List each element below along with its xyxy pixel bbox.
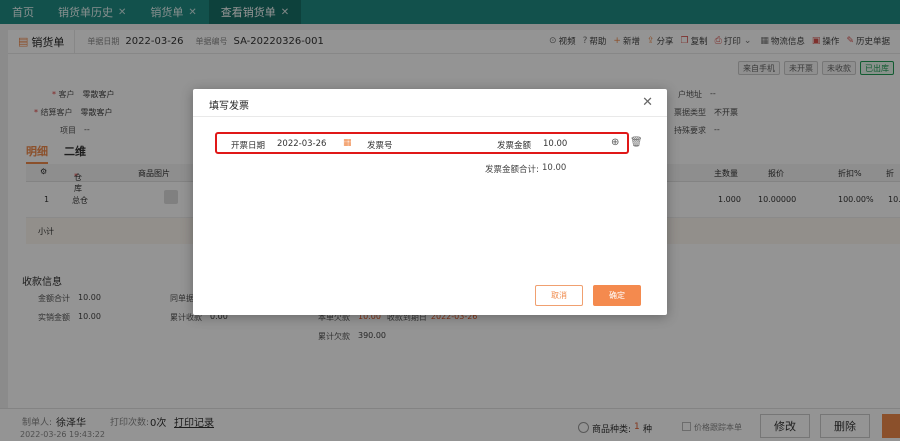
total-amount-label: 发票金额合计: [485,165,539,175]
dialog-header: 填写发票 ✕ [193,89,667,117]
amount-label: 发票金额 [497,141,532,151]
invoice-no-input[interactable] [407,139,487,151]
cancel-button[interactable]: 取消 [535,285,583,306]
invoice-no-label: 发票号 [367,141,393,151]
invoice-dialog: 填写发票 ✕ 开票日期 2022-03-26 ▦ 发票号 发票金额 10.00 … [193,89,667,315]
invoice-date-input[interactable]: 2022-03-26 [277,139,326,149]
confirm-button[interactable]: 确定 [593,285,641,306]
add-circle-icon[interactable]: ⊕ [611,137,619,148]
dialog-title: 填写发票 [209,101,249,112]
invoice-date-label: 开票日期 [231,141,266,151]
close-icon[interactable]: ✕ [642,95,653,110]
invoice-row: 开票日期 2022-03-26 ▦ 发票号 发票金额 10.00 ⊕ [215,132,629,154]
dialog-buttons: 取消 确定 [535,285,641,306]
calendar-icon[interactable]: ▦ [343,138,352,148]
trash-icon[interactable]: 🗑 [630,137,643,148]
amount-input[interactable]: 10.00 [543,139,567,149]
total-amount-value: 10.00 [542,163,567,173]
